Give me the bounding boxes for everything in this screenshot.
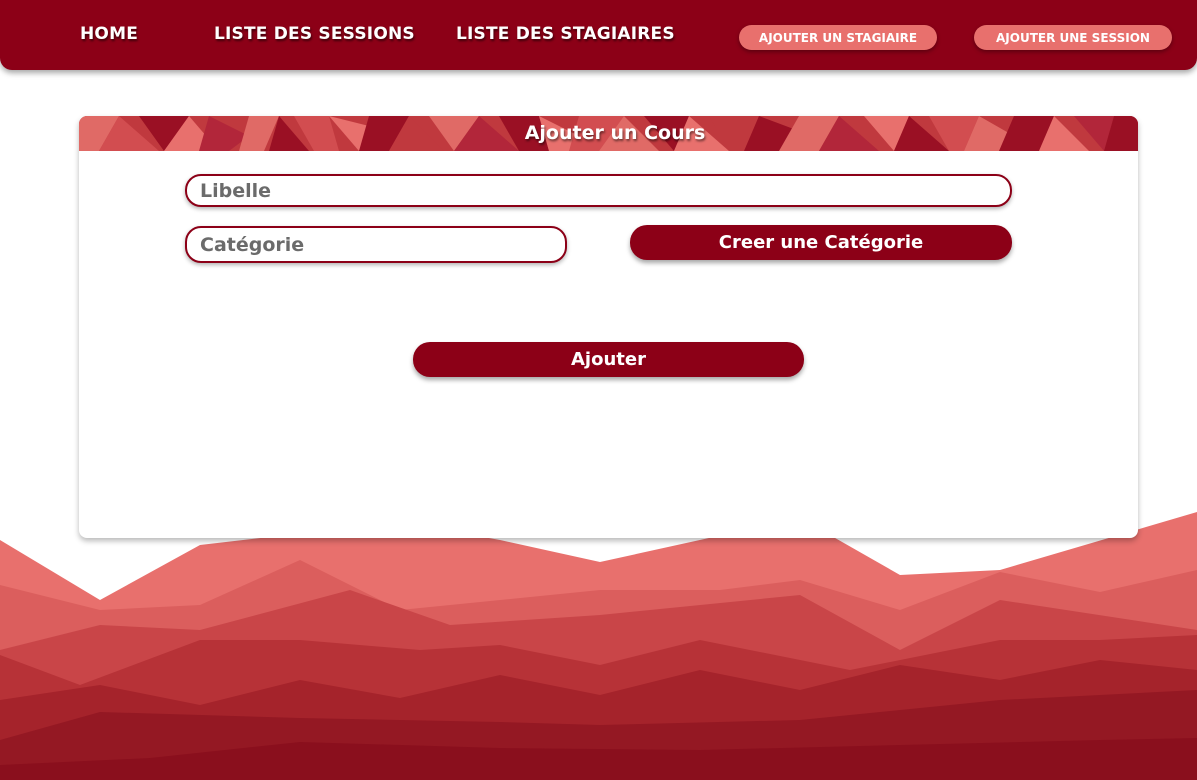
add-course-card: Ajouter un Cours Creer une Catégorie Ajo… [79,116,1138,538]
add-stagiaire-button[interactable]: AJOUTER UN STAGIAIRE [739,25,937,50]
libelle-input[interactable] [185,174,1012,207]
nav-home-link[interactable]: HOME [80,24,138,44]
top-navbar: HOME LISTE DES SESSIONS LISTE DES STAGIA… [0,0,1197,70]
submit-add-button[interactable]: Ajouter [413,342,804,377]
card-title: Ajouter un Cours [524,122,706,144]
categorie-input[interactable] [185,226,567,263]
mountains-background [0,512,1197,780]
create-category-button[interactable]: Creer une Catégorie [630,225,1012,260]
nav-sessions-link[interactable]: LISTE DES SESSIONS [214,24,415,44]
card-header: Ajouter un Cours [79,116,1138,151]
add-session-button[interactable]: AJOUTER UNE SESSION [974,25,1172,50]
nav-stagiaires-link[interactable]: LISTE DES STAGIAIRES [456,24,675,44]
